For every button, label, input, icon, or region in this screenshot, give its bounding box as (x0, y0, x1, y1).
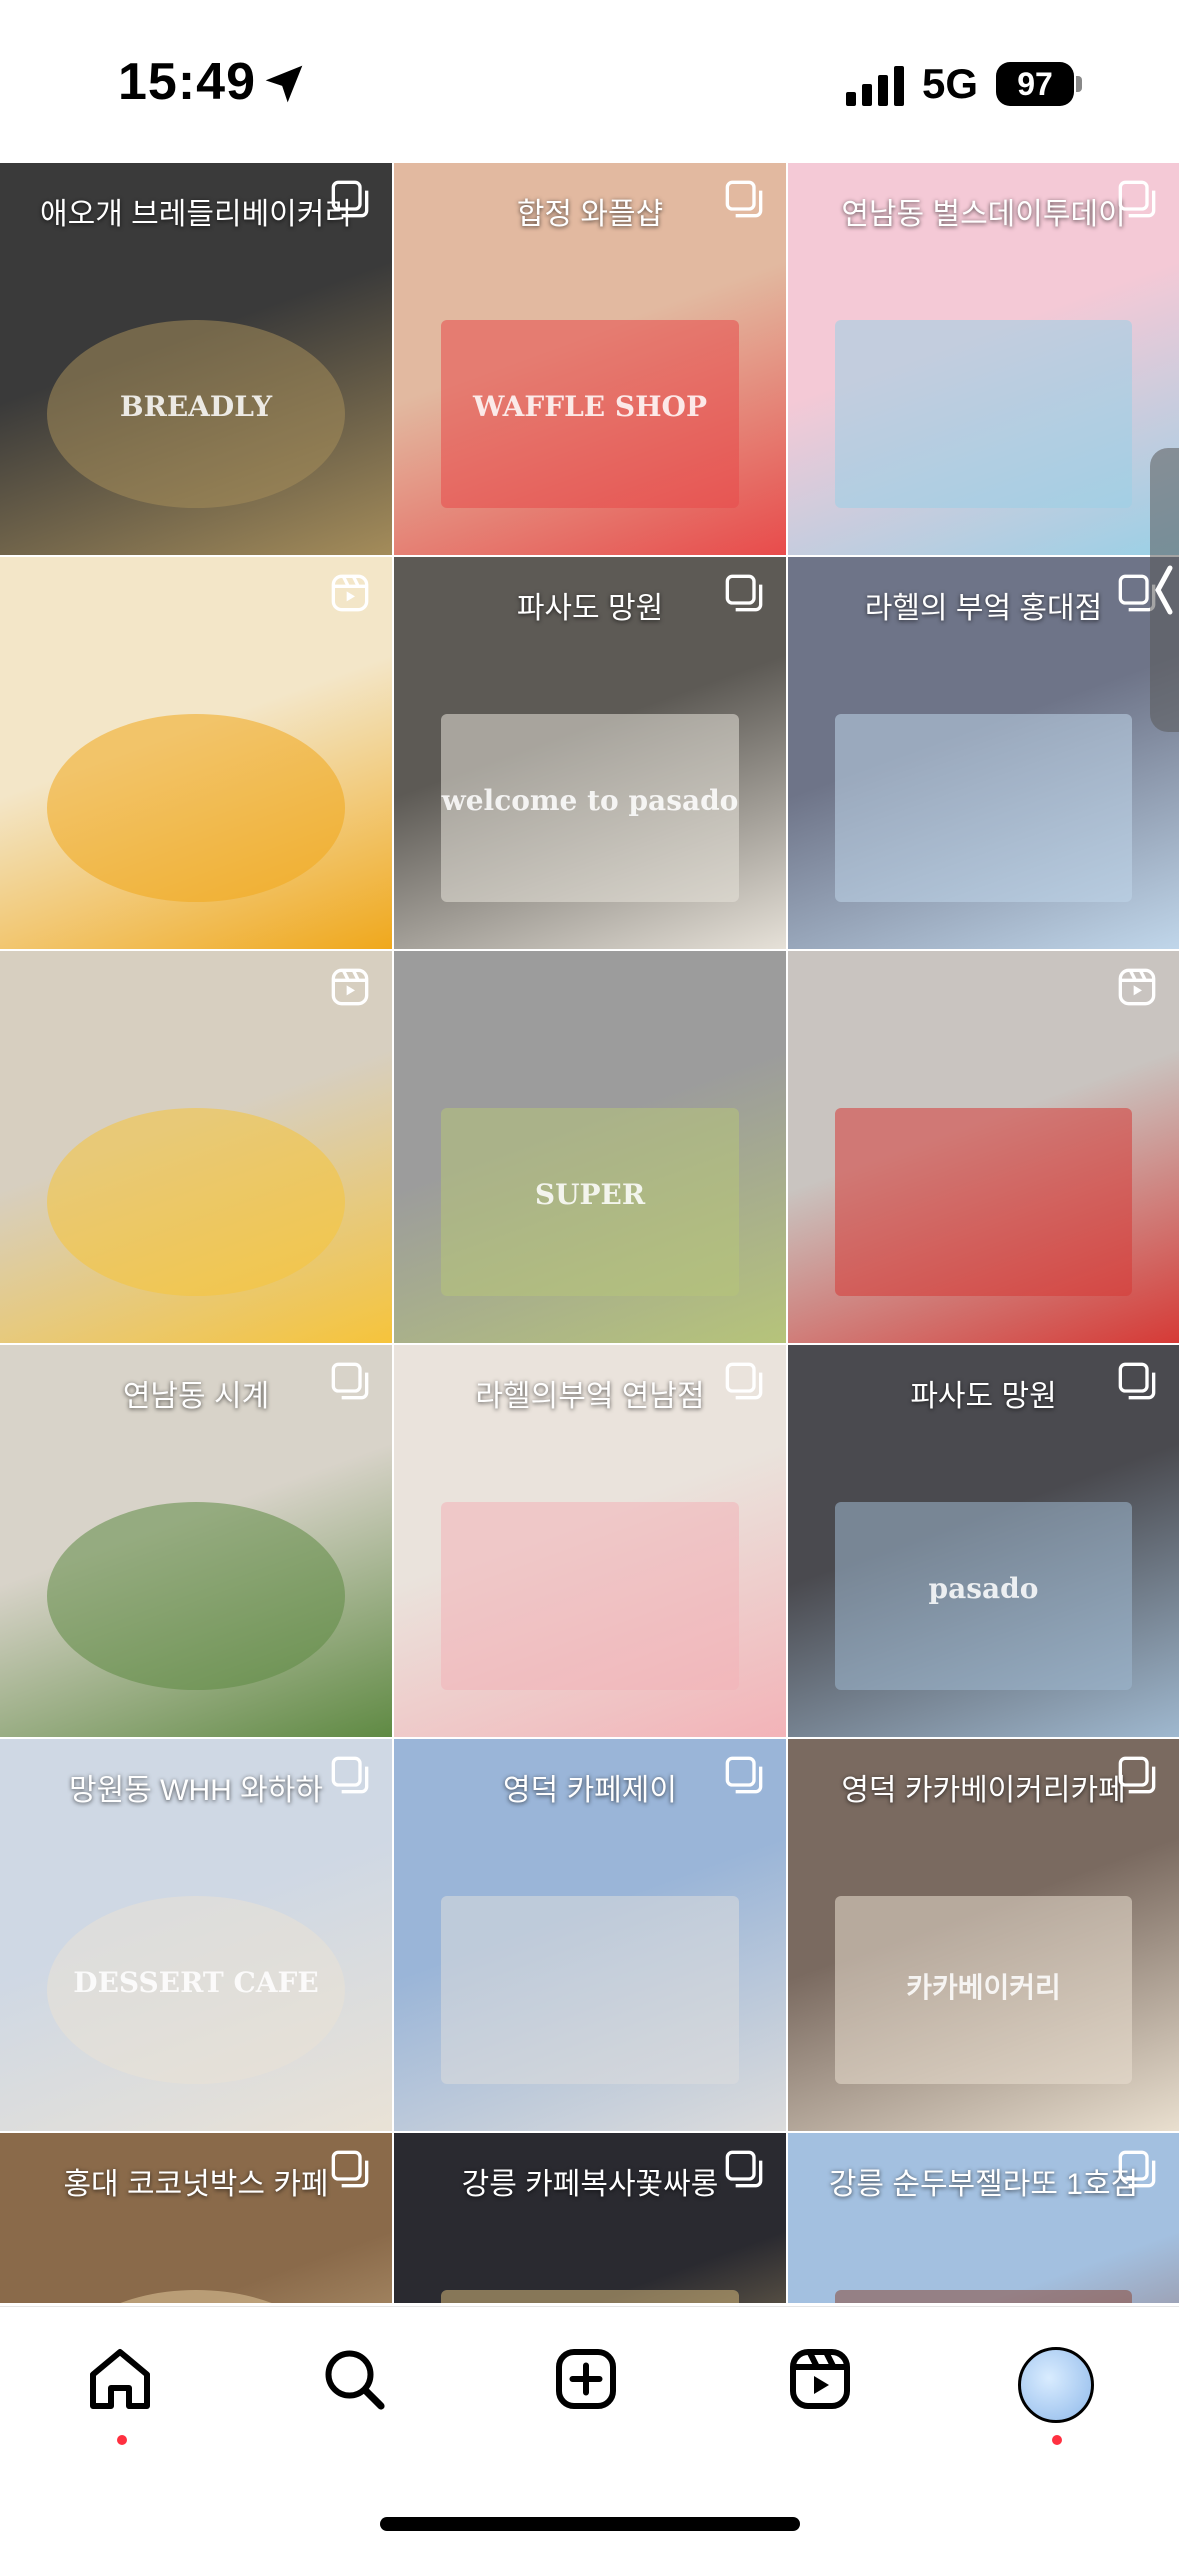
network-type: 5G (922, 60, 979, 107)
tab-reels[interactable] (784, 2343, 864, 2423)
explore-tile[interactable]: welcome to pasado 파사도 망원 (394, 557, 786, 949)
photo-content (441, 1895, 739, 2084)
photo-content (834, 713, 1133, 902)
explore-tile[interactable]: pasado 파사도 망원 (788, 1345, 1179, 1737)
status-time: 15:49 (118, 53, 256, 111)
photo-sign-text: pasado (928, 1572, 1039, 1606)
multi-post-icon (724, 573, 764, 613)
explore-tile[interactable]: WAFFLE SHOP 합정 와플샵 (394, 163, 786, 555)
home-indicator (380, 2517, 800, 2531)
explore-tile[interactable]: 영덕 카페제이 (394, 1739, 786, 2131)
explore-tile[interactable]: 카카베이커리 영덕 카카베이커리카페 (788, 1739, 1179, 2131)
reels-icon (330, 967, 370, 1007)
explore-tile[interactable]: 홍대 코코넛박스 카페 (0, 2133, 392, 2303)
location-arrow-icon (265, 65, 303, 103)
explore-tile[interactable]: 강릉 카페복사꽃싸롱 (394, 2133, 786, 2303)
multi-post-icon (724, 1361, 764, 1401)
tab-search[interactable] (318, 2343, 398, 2423)
multi-post-icon (1117, 179, 1157, 219)
explore-tile[interactable] (0, 557, 392, 949)
explore-tile[interactable]: 라헬의부엌 연남점 (394, 1345, 786, 1737)
photo-sign-text: welcome to pasado (441, 784, 739, 818)
photo-content (834, 1107, 1133, 1296)
home-icon (90, 2349, 150, 2409)
photo-content (441, 1501, 739, 1690)
tab-create[interactable] (550, 2343, 630, 2423)
explore-tile[interactable]: BREADLY 애오개 브레들리베이커리 (0, 163, 392, 555)
explore-tile[interactable]: 강릉 순두부젤라또 1호점 (788, 2133, 1179, 2303)
reels-icon (1117, 967, 1157, 1007)
home-notification-dot (117, 2435, 127, 2445)
multi-post-icon (330, 1755, 370, 1795)
photo-sign-text: 카카베이커리 (906, 1971, 1061, 2005)
multi-post-icon (1117, 1361, 1157, 1401)
reels-icon (790, 2349, 850, 2409)
multi-post-icon (1117, 1755, 1157, 1795)
profile-avatar[interactable] (1018, 2347, 1094, 2423)
photo-content (834, 2289, 1133, 2303)
explore-tile[interactable]: 연남동 시계 (0, 1345, 392, 1737)
profile-notification-dot (1052, 2435, 1062, 2445)
explore-tile[interactable] (788, 951, 1179, 1343)
battery-indicator: 97 (996, 62, 1074, 106)
photo-sign-text: WAFFLE SHOP (472, 390, 708, 424)
create-icon (556, 2349, 616, 2409)
multi-post-icon (724, 2149, 764, 2189)
photo-sign-text: BREADLY (119, 390, 273, 424)
chevron-left-icon (1155, 565, 1173, 615)
multi-post-icon (1117, 2149, 1157, 2189)
photo-content (47, 1107, 345, 1296)
multi-post-icon (330, 2149, 370, 2189)
search-icon (325, 2350, 385, 2410)
explore-tile[interactable]: 라헬의 부엌 홍대점 (788, 557, 1179, 949)
status-bar: 15:49 5G 97 (0, 0, 1179, 160)
photo-content (834, 319, 1133, 508)
explore-tile[interactable] (0, 951, 392, 1343)
photo-content (441, 2289, 739, 2303)
explore-tile[interactable]: 연남동 벌스데이투데이 (788, 163, 1179, 555)
photo-sign-text: DESSERT CAFE (73, 1966, 319, 2000)
photo-content (47, 2289, 345, 2303)
bottom-tab-bar (0, 2306, 1179, 2557)
explore-tile[interactable]: SUPER (394, 951, 786, 1343)
side-drawer-handle[interactable] (1150, 448, 1179, 732)
reels-icon (330, 573, 370, 613)
multi-post-icon (724, 179, 764, 219)
photo-sign-text: SUPER (534, 1178, 646, 1212)
battery-tip (1076, 76, 1082, 92)
tab-home[interactable] (84, 2343, 164, 2423)
multi-post-icon (330, 179, 370, 219)
explore-grid: BREADLY 애오개 브레들리베이커리 WAFFLE SHOP 합정 와플샵 연남동 … (0, 163, 1179, 2303)
cellular-signal-icon (846, 66, 904, 106)
multi-post-icon (330, 1361, 370, 1401)
photo-content (47, 713, 345, 902)
explore-tile[interactable]: DESSERT CAFE 망원동 WHH 와하하 (0, 1739, 392, 2131)
multi-post-icon (724, 1755, 764, 1795)
photo-content (47, 1501, 345, 1690)
